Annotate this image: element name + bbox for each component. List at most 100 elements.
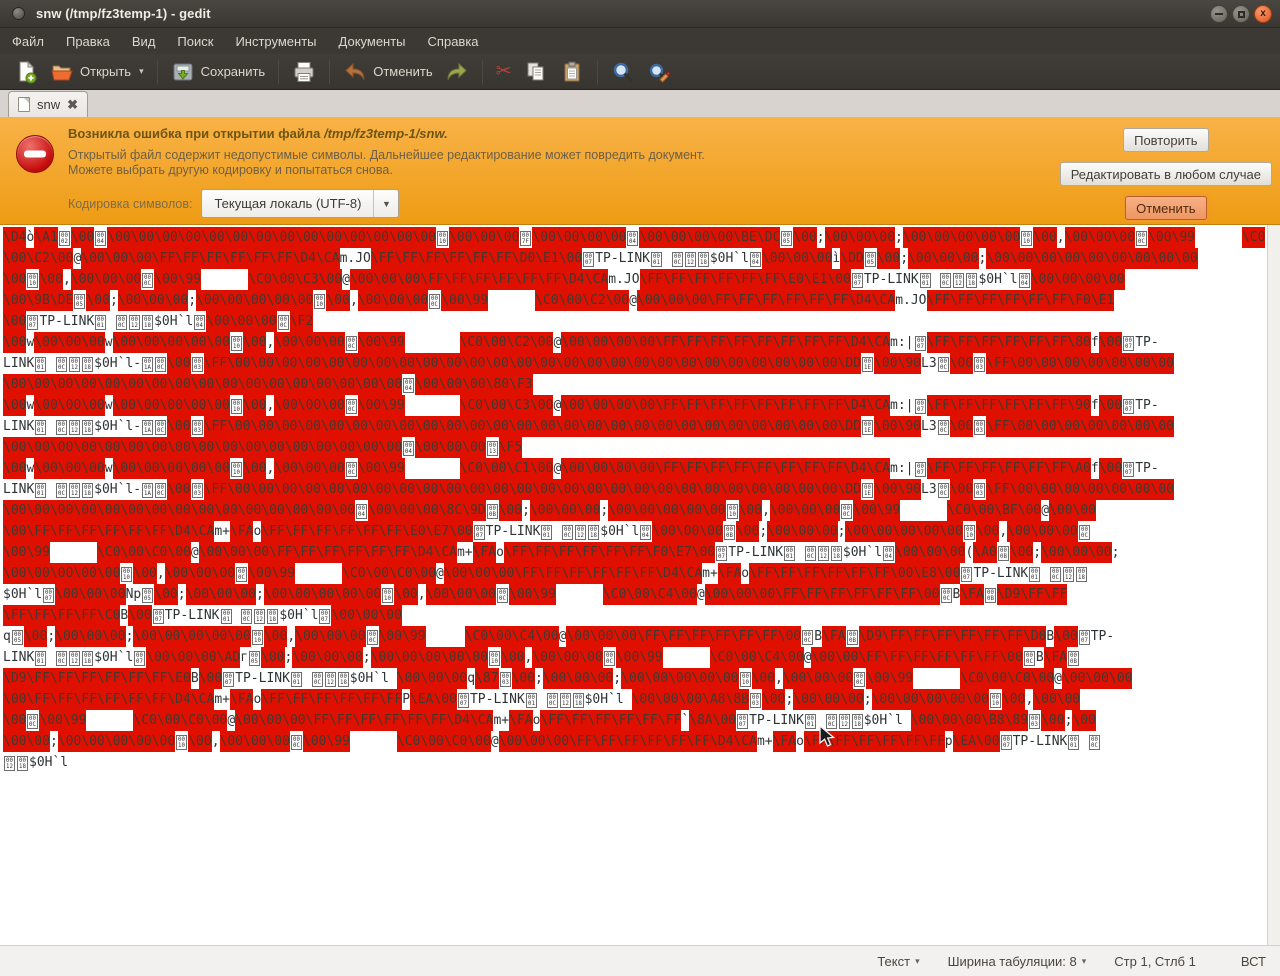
undo-button[interactable]: Отменить <box>337 57 438 87</box>
binary-line: \00\00\00\00\00\00\00\00\00\00\00\00\00\… <box>3 437 1267 458</box>
edit-anyway-button[interactable]: Редактировать в любом случае <box>1059 162 1272 186</box>
control-char-box: 00 05 <box>781 231 793 246</box>
menu-bar: Файл Правка Вид Поиск Инструменты Докуме… <box>0 28 1280 54</box>
control-char-box: 00 10 <box>231 462 242 477</box>
retry-button[interactable]: Повторить <box>1123 128 1209 152</box>
control-char-box: 00 0C <box>497 588 509 603</box>
control-char-box: 00 18 <box>588 525 600 540</box>
toolbar-separator <box>278 59 280 84</box>
control-char-box: 00 03 <box>974 420 986 435</box>
highlight-mode-dropdown[interactable]: Текст ▾ <box>877 954 919 969</box>
control-char-box: 00 0C <box>429 294 441 309</box>
control-char-box: 00 01 <box>919 273 931 288</box>
binary-line: \00 00 0C \00\99 \C0\00\C0\00@\00\00\00\FF\… <box>3 710 1267 731</box>
control-char-box: 00 05 <box>142 588 154 603</box>
control-char-box: 00 18 <box>851 714 863 729</box>
menu-documents[interactable]: Документы <box>337 31 408 52</box>
control-char-box: 00 07 <box>1123 399 1135 414</box>
control-char-box: 00 0C <box>1023 651 1035 666</box>
control-char-box: 00 04 <box>356 504 368 519</box>
control-char-box: 00 04 <box>1018 273 1030 288</box>
control-char-box: 00 18 <box>966 273 978 288</box>
redo-button[interactable] <box>439 57 475 87</box>
menu-tools[interactable]: Инструменты <box>233 31 318 52</box>
control-char-box: 00 0C <box>562 525 574 540</box>
control-char-box: 00 10 <box>489 651 501 666</box>
error-file-path: /tmp/fz3temp-1/snw. <box>323 126 448 141</box>
binary-line: \00w\00\00\00w\00\00\00\00\00 00 10 \00,\00… <box>3 332 1267 353</box>
text-content[interactable]: \D4ò\A1 00 02 \00 00 04 \00\00\00\00\00\00\00\… <box>3 227 1267 773</box>
minimize-button[interactable] <box>1210 5 1228 23</box>
control-char-box: 00 0B <box>846 630 858 645</box>
control-char-box: 00 18 <box>17 756 28 771</box>
binary-line: \00 00 07 TP-LINK 00 01 00 0C 00 12 00 18 $0H`l 00 04… <box>3 311 1267 332</box>
control-char-box: 00 0C <box>940 273 952 288</box>
control-char-box: 00 07 <box>1123 462 1135 477</box>
redo-icon <box>445 60 469 84</box>
chevron-down-icon: ▾ <box>915 955 920 966</box>
control-char-box: 00 04 <box>883 546 895 561</box>
new-document-button[interactable] <box>8 57 44 87</box>
control-char-box: 00 0C <box>804 546 816 561</box>
replace-button[interactable] <box>641 57 677 87</box>
binary-line: \00\C2\00@\00\00\00\FF\FF\FF\FF\FF\FF\D4… <box>3 248 1267 269</box>
control-char-box: 00 0C <box>116 315 128 330</box>
control-char-box: 00 10 <box>27 273 39 288</box>
menu-edit[interactable]: Правка <box>64 31 112 52</box>
editor-area[interactable]: \D4ò\A1 00 02 \00 00 04 \00\00\00\00\00\00\00\… <box>0 225 1280 945</box>
control-char-box: 00 18 <box>1076 567 1088 582</box>
tab-close-icon[interactable]: ✖ <box>67 97 78 113</box>
infobar-message-1: Открытый файл содержит недопустимые симв… <box>68 148 705 162</box>
open-button[interactable]: Открыть ▾ <box>44 57 150 87</box>
binary-line: 00 12 00 18 $0H`l <box>3 752 1267 773</box>
binary-line: \00\00\00\00\00 00 10 \00,\00\00\00 00 0C \00\… <box>3 563 1267 584</box>
control-char-box: 00 04 <box>194 315 206 330</box>
tab-width-dropdown[interactable]: Ширина табуляции: 8 ▾ <box>948 954 1087 969</box>
encoding-combobox[interactable]: Текущая локаль (UTF-8) ▼ <box>201 189 400 218</box>
print-button[interactable] <box>286 57 322 87</box>
control-char-box: 00 01 <box>35 357 47 372</box>
search-button[interactable] <box>605 57 641 87</box>
paste-button[interactable] <box>554 57 590 87</box>
menu-file[interactable]: Файл <box>10 31 46 52</box>
control-char-box: 00 18 <box>697 252 709 267</box>
menu-help[interactable]: Справка <box>426 31 481 52</box>
app-icon <box>12 7 25 20</box>
control-char-box: 00 1E <box>862 420 874 435</box>
tab-snw[interactable]: snw ✖ <box>8 91 89 117</box>
save-button[interactable]: Сохранить <box>165 57 272 87</box>
binary-line: LINK 00 01 00 0C 00 12 00 18 $0H`l- 00 1A 00 0C \00 00… <box>3 353 1267 374</box>
binary-line: \D9\FF\FF\FF\FF\FF\FF\E0B\00 00 07 TP-LINK 0… <box>3 668 1267 689</box>
control-char-box: 00 03 <box>191 420 203 435</box>
control-char-box: 00 0C <box>345 399 357 414</box>
cancel-button[interactable]: Отменить <box>1125 196 1207 220</box>
copy-button[interactable] <box>518 57 554 87</box>
control-char-box: 00 04 <box>403 441 415 456</box>
control-char-box: 00 01 <box>651 252 662 267</box>
close-button[interactable]: x <box>1254 5 1272 23</box>
cut-button[interactable]: ✂ <box>490 59 518 84</box>
control-char-box: 00 0B <box>984 588 996 603</box>
control-char-box: 00 18 <box>82 357 94 372</box>
control-char-box: 00 12 <box>1063 567 1075 582</box>
control-char-box: 00 07 <box>457 693 469 708</box>
binary-line: LINK 00 01 00 0C 00 12 00 18 $0H`l- 00 1A 00 0C \00 00… <box>3 479 1267 500</box>
control-char-box: 00 13 <box>486 441 498 456</box>
open-dropdown-caret-icon[interactable]: ▾ <box>139 66 144 77</box>
binary-line: \00w\00\00\00w\00\00\00\00\00 00 10 \00,\00… <box>3 458 1267 479</box>
control-char-box: 00 01 <box>784 546 796 561</box>
control-char-box: 00 18 <box>267 609 279 624</box>
control-char-box: 00 0C <box>56 420 68 435</box>
control-char-box: 00 12 <box>817 546 829 561</box>
vertical-scrollbar[interactable] <box>1267 225 1280 945</box>
control-char-box: 00 03 <box>974 483 986 498</box>
control-char-box: 00 12 <box>684 252 696 267</box>
menu-search[interactable]: Поиск <box>175 31 215 52</box>
control-char-box: 00 0C <box>155 483 167 498</box>
control-char-box: 00 03 <box>974 357 986 372</box>
control-char-box: 00 12 <box>4 756 15 771</box>
control-char-box: 00 10 <box>251 630 263 645</box>
insert-mode-label[interactable]: ВСТ <box>1241 954 1266 969</box>
maximize-button[interactable] <box>1232 5 1250 23</box>
menu-view[interactable]: Вид <box>130 31 158 52</box>
